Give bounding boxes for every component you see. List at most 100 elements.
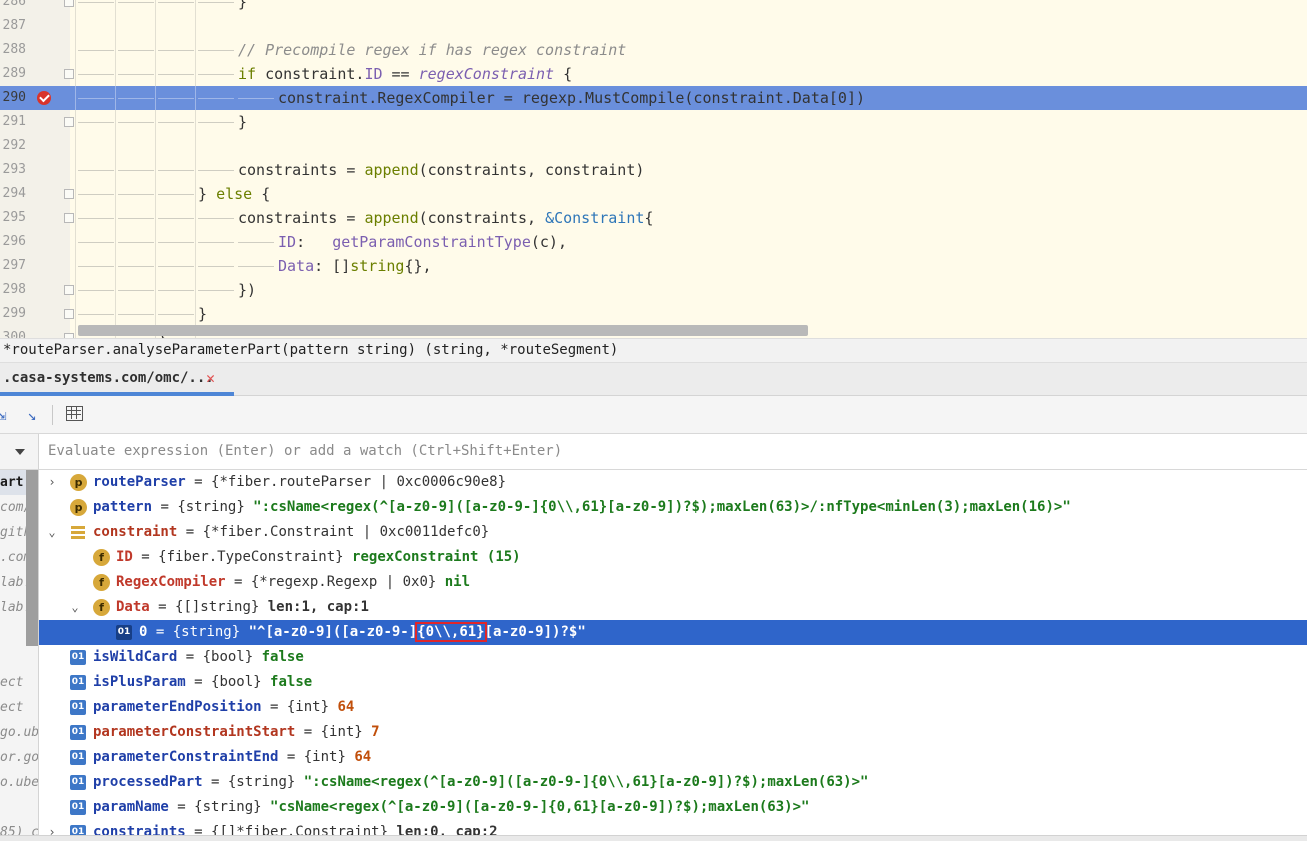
code-text[interactable]: } else { <box>198 182 270 206</box>
stack-frame-item[interactable]: go.ub <box>0 720 38 745</box>
variable-text: Data = {[]string} len:1, cap:1 <box>116 595 369 620</box>
line-number[interactable]: 290 <box>0 86 26 110</box>
fold-marker-icon[interactable] <box>64 117 74 127</box>
code-line[interactable]: 299} <box>0 302 1307 326</box>
variable-row[interactable]: 01 paramName = {string} "csName<regex(^[a… <box>39 795 1307 820</box>
table-view-icon[interactable] <box>66 406 83 421</box>
fold-marker-icon[interactable] <box>64 189 74 199</box>
line-number[interactable]: 289 <box>0 62 26 86</box>
code-text[interactable]: constraints = append(constraints, &Const… <box>238 206 653 230</box>
code-line[interactable]: 291} <box>0 110 1307 134</box>
code-line[interactable]: 286} <box>0 0 1307 14</box>
line-number[interactable]: 296 <box>0 230 26 254</box>
code-text[interactable]: } <box>238 0 247 14</box>
code-line[interactable]: 288 // Precompile regex if has regex cons… <box>0 38 1307 62</box>
code-token: append <box>364 161 419 179</box>
stack-frame-item[interactable]: ect <box>0 695 38 720</box>
code-line[interactable]: 293 constraints = append(constraints, con… <box>0 158 1307 182</box>
line-number[interactable]: 293 <box>0 158 26 182</box>
breakpoint-icon[interactable] <box>37 91 51 105</box>
variable-row[interactable]: 01 parameterConstraintEnd = {int} 64 <box>39 745 1307 770</box>
line-number[interactable]: 287 <box>0 14 26 38</box>
variable-text: paramName = {string} "csName<regex(^[a-z… <box>93 795 809 820</box>
variable-row[interactable]: 01 parameterEndPosition = {int} 64 <box>39 695 1307 720</box>
chevron-right-icon[interactable]: › <box>45 470 59 495</box>
code-line[interactable]: 290 constraint.RegexCompiler = regexp.Mus… <box>0 86 1307 110</box>
frames-scrollbar[interactable] <box>26 470 38 646</box>
code-text[interactable]: ID: getParamConstraintType(c), <box>278 230 567 254</box>
variable-row[interactable]: f ID = {fiber.TypeConstraint} regexConstr… <box>39 545 1307 570</box>
variable-row[interactable]: ⌄ f Data = {[]string} len:1, cap:1 <box>39 595 1307 620</box>
code-token: : [] <box>314 257 351 275</box>
bottom-scrollbar[interactable] <box>0 835 1307 841</box>
primitive-value-icon: 01 <box>70 650 86 665</box>
code-line[interactable]: 294 } else { <box>0 182 1307 206</box>
code-text[interactable]: } <box>238 110 247 134</box>
code-line[interactable]: 298}) <box>0 278 1307 302</box>
line-number[interactable]: 291 <box>0 110 26 134</box>
variable-row[interactable]: › p routeParser = {*fiber.routeParser | 0x… <box>39 470 1307 495</box>
code-text[interactable]: if constraint.ID == regexConstraint { <box>238 62 572 86</box>
stack-frame-item[interactable]: ect <box>0 670 38 695</box>
close-icon[interactable]: ✕ <box>206 363 215 394</box>
variable-row[interactable]: 01 0 = {string} "^[a-z0-9]([a-z0-9-]{0\\,… <box>39 620 1307 645</box>
code-text[interactable]: Data: []string{}, <box>278 254 432 278</box>
line-number[interactable]: 292 <box>0 134 26 158</box>
variable-row[interactable]: p pattern = {string} ":csName<regex(^[a-z… <box>39 495 1307 520</box>
variable-text: routeParser = {*fiber.routeParser | 0xc0… <box>93 470 506 495</box>
stack-frame-item[interactable]: o.ube <box>0 770 38 795</box>
fold-marker-icon[interactable] <box>64 285 74 295</box>
variable-row[interactable]: 01 isWildCard = {bool} false <box>39 645 1307 670</box>
stack-frame-item[interactable] <box>0 795 38 820</box>
stack-frame-item[interactable] <box>0 645 38 670</box>
variable-type: {int} <box>286 699 338 715</box>
stack-frame-item[interactable]: or.go <box>0 745 38 770</box>
code-text[interactable]: // Precompile regex if has regex constra… <box>238 38 626 62</box>
fold-marker-icon[interactable] <box>64 69 74 79</box>
step-into-icon[interactable]: ⇲ <box>0 404 8 426</box>
function-breadcrumb[interactable]: *routeParser.analyseParameterPart(patter… <box>0 338 1307 363</box>
line-number[interactable]: 288 <box>0 38 26 62</box>
code-line[interactable]: 295 constraints = append(constraints, &Co… <box>0 206 1307 230</box>
code-token: &Constraint <box>545 209 645 227</box>
code-editor[interactable]: 286} 287 288// Precompile regex if has reg… <box>0 0 1307 338</box>
chevron-down-icon[interactable]: ⌄ <box>68 595 82 620</box>
line-number[interactable]: 294 <box>0 182 26 206</box>
variable-row[interactable]: ⌄ constraint = {*fiber.Constraint | 0xc00… <box>39 520 1307 545</box>
primitive-value-icon: 01 <box>70 775 86 790</box>
variable-type: {string} <box>177 499 254 515</box>
debug-toolbar: ⇲ ↘ <box>0 396 1307 434</box>
line-number[interactable]: 298 <box>0 278 26 302</box>
step-into-my-code-icon[interactable]: ↘ <box>22 404 42 426</box>
line-number[interactable]: 295 <box>0 206 26 230</box>
code-line[interactable]: 287 <box>0 14 1307 38</box>
variable-row[interactable]: 01 isPlusParam = {bool} false <box>39 670 1307 695</box>
variable-equals: = <box>278 749 304 765</box>
editor-horizontal-scrollbar[interactable] <box>78 325 808 336</box>
line-number[interactable]: 286 <box>0 0 26 14</box>
code-line[interactable]: 292 <box>0 134 1307 158</box>
line-number[interactable]: 299 <box>0 302 26 326</box>
chevron-down-icon[interactable]: ⌄ <box>45 520 59 545</box>
fold-marker-icon[interactable] <box>64 0 74 7</box>
variable-row[interactable]: 01 parameterConstraintStart = {int} 7 <box>39 720 1307 745</box>
field-icon: f <box>93 549 110 566</box>
code-text[interactable]: }) <box>238 278 256 302</box>
line-number[interactable]: 297 <box>0 254 26 278</box>
code-text[interactable]: constraints = append(constraints, constr… <box>238 158 644 182</box>
debug-session-tab[interactable]: .casa-systems.com/omc/... ✕ <box>0 363 234 396</box>
code-text[interactable]: constraint.RegexCompiler = regexp.MustCo… <box>278 86 865 110</box>
fold-marker-icon[interactable] <box>64 309 74 319</box>
fold-marker-icon[interactable] <box>64 213 74 223</box>
code-text[interactable]: } <box>198 302 207 326</box>
evaluate-expression-input[interactable]: Evaluate expression (Enter) or add a wat… <box>39 434 1307 470</box>
variable-name: pattern <box>93 499 153 515</box>
code-line[interactable]: 296 ID: getParamConstraintType(c), <box>0 230 1307 254</box>
code-line[interactable]: 289 if constraint.ID == regexConstraint { <box>0 62 1307 86</box>
thread-dropdown[interactable] <box>0 434 38 470</box>
line-number[interactable]: 300 <box>0 326 26 338</box>
variable-row[interactable]: 01 processedPart = {string} ":csName<rege… <box>39 770 1307 795</box>
variable-name: ID <box>116 549 133 565</box>
variable-row[interactable]: f RegexCompiler = {*regexp.Regexp | 0x0} … <box>39 570 1307 595</box>
code-line[interactable]: 297 Data: []string{}, <box>0 254 1307 278</box>
